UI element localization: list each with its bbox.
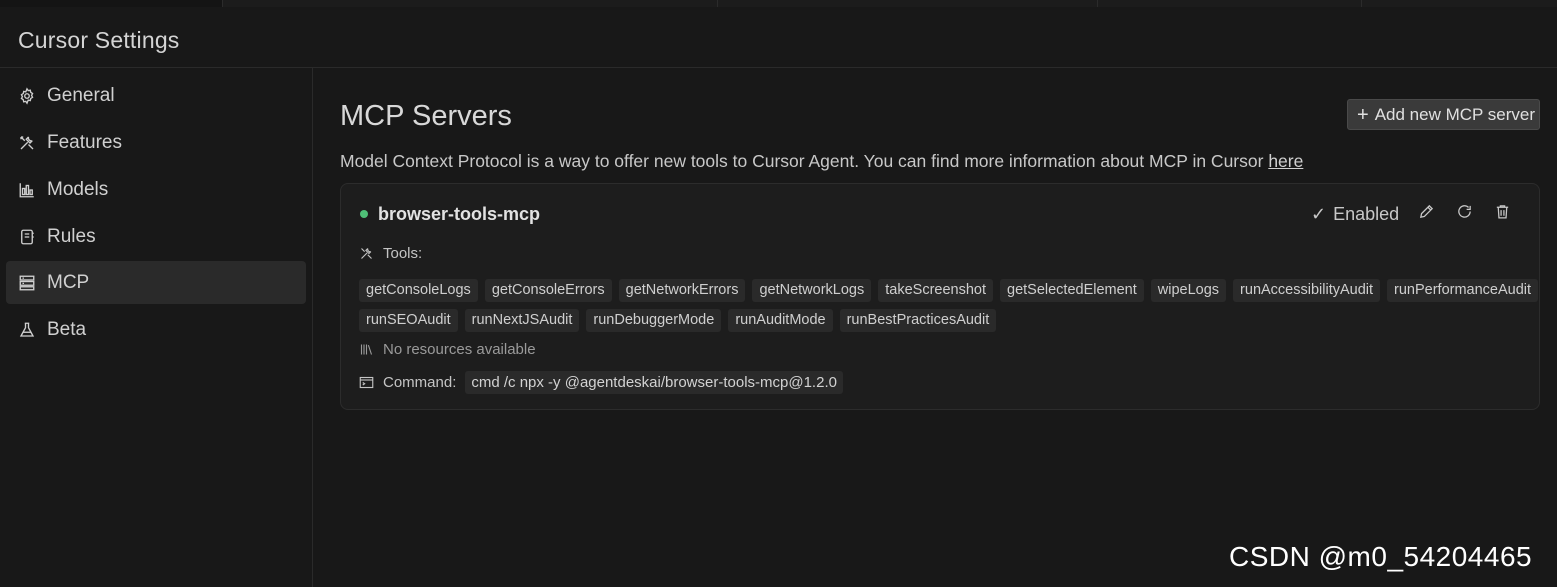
checkmark-icon: ✓ xyxy=(1311,204,1327,224)
gear-icon xyxy=(18,86,36,105)
page-header-title: Cursor Settings xyxy=(18,27,180,53)
tool-tag[interactable]: getNetworkErrors xyxy=(618,279,746,302)
add-mcp-server-label: Add new MCP server xyxy=(1374,104,1535,124)
status-dot-icon xyxy=(360,210,368,218)
mcp-server-card: browser-tools-mcp ✓ Enabled Tools: getCo… xyxy=(340,183,1540,410)
tool-tag[interactable]: runAuditMode xyxy=(728,309,833,332)
bar-chart-icon xyxy=(18,181,36,199)
pencil-icon xyxy=(1418,203,1435,225)
add-mcp-server-button[interactable]: + Add new MCP server xyxy=(1347,99,1540,130)
tool-tag[interactable]: runNextJSAudit xyxy=(464,309,580,332)
tools-list-row-2: runSEOAudit runNextJSAudit runDebuggerMode… xyxy=(359,309,997,332)
plus-icon: + xyxy=(1357,103,1369,126)
mcp-info-link[interactable]: here xyxy=(1268,151,1303,171)
resources-text: No resources available xyxy=(383,341,536,358)
tool-tag[interactable]: runAccessibilityAudit xyxy=(1233,279,1381,302)
page-title: MCP Servers xyxy=(340,100,512,132)
tool-tag[interactable]: getConsoleErrors xyxy=(484,279,612,302)
tool-tag[interactable]: getConsoleLogs xyxy=(359,279,478,302)
tool-tag[interactable]: runSEOAudit xyxy=(359,309,458,332)
tools-header: Tools: xyxy=(359,245,422,262)
tools-icon xyxy=(359,246,374,261)
tool-tag[interactable]: runPerformanceAudit xyxy=(1387,279,1539,302)
tools-label: Tools: xyxy=(383,245,423,262)
tool-tag[interactable]: runBestPracticesAudit xyxy=(839,309,997,332)
main-panel: MCP Servers + Add new MCP server Model C… xyxy=(313,68,1557,587)
sidebar-item-general[interactable]: General xyxy=(6,74,306,117)
editor-tab[interactable] xyxy=(717,0,1097,7)
sidebar-item-rules[interactable]: Rules xyxy=(6,215,306,258)
tool-tag[interactable]: getNetworkLogs xyxy=(752,279,872,302)
sidebar-item-label: Models xyxy=(47,178,109,200)
tools-icon xyxy=(18,134,36,152)
settings-sidebar: General Features Models Rules MCP Beta xyxy=(0,68,313,587)
tool-tag[interactable]: takeScreenshot xyxy=(878,279,993,302)
sidebar-item-label: Beta xyxy=(47,318,87,340)
sidebar-item-label: General xyxy=(47,84,115,106)
server-enabled-toggle[interactable]: ✓ Enabled xyxy=(1311,204,1399,225)
tools-list-row-1: getConsoleLogs getConsoleErrors getNetwork… xyxy=(359,279,1539,302)
terminal-icon xyxy=(359,375,374,390)
sidebar-item-models[interactable]: Models xyxy=(6,168,306,211)
mcp-description-text: Model Context Protocol is a way to offer… xyxy=(340,151,1269,171)
tool-tag[interactable]: runDebuggerMode xyxy=(586,309,722,332)
edit-server-button[interactable] xyxy=(1416,204,1436,224)
watermark: CSDN @m0_54204465 xyxy=(1229,541,1533,572)
editor-tab[interactable] xyxy=(1097,0,1361,7)
command-value: cmd /c npx -y @agentdeskai/browser-tools… xyxy=(465,371,843,394)
sidebar-item-label: Features xyxy=(47,131,122,153)
sidebar-item-label: MCP xyxy=(47,271,90,293)
sidebar-item-mcp[interactable]: MCP xyxy=(6,261,306,304)
library-icon xyxy=(359,342,374,357)
tool-tag[interactable]: wipeLogs xyxy=(1150,279,1227,302)
sidebar-item-label: Rules xyxy=(47,225,96,247)
server-status-label: Enabled xyxy=(1333,204,1400,224)
editor-tab[interactable] xyxy=(1361,0,1557,7)
delete-server-button[interactable] xyxy=(1492,204,1512,224)
flask-icon xyxy=(18,321,36,339)
top-tab-strip xyxy=(0,0,1557,7)
resources-info: No resources available xyxy=(359,341,536,358)
trash-icon xyxy=(1494,203,1511,225)
command-label: Command: xyxy=(383,374,457,391)
sidebar-item-beta[interactable]: Beta xyxy=(6,308,306,351)
command-info: Command: cmd /c npx -y @agentdeskai/brow… xyxy=(359,371,843,394)
notebook-icon xyxy=(18,228,36,246)
tool-tag[interactable]: getSelectedElement xyxy=(1000,279,1144,302)
sidebar-item-features[interactable]: Features xyxy=(6,121,306,164)
refresh-icon xyxy=(1456,203,1473,225)
server-name: browser-tools-mcp xyxy=(378,204,541,224)
server-icon xyxy=(18,274,36,292)
editor-tab[interactable] xyxy=(222,0,717,7)
mcp-description: Model Context Protocol is a way to offer… xyxy=(340,151,1303,172)
refresh-server-button[interactable] xyxy=(1454,204,1474,224)
settings-header: Cursor Settings xyxy=(0,7,1557,68)
